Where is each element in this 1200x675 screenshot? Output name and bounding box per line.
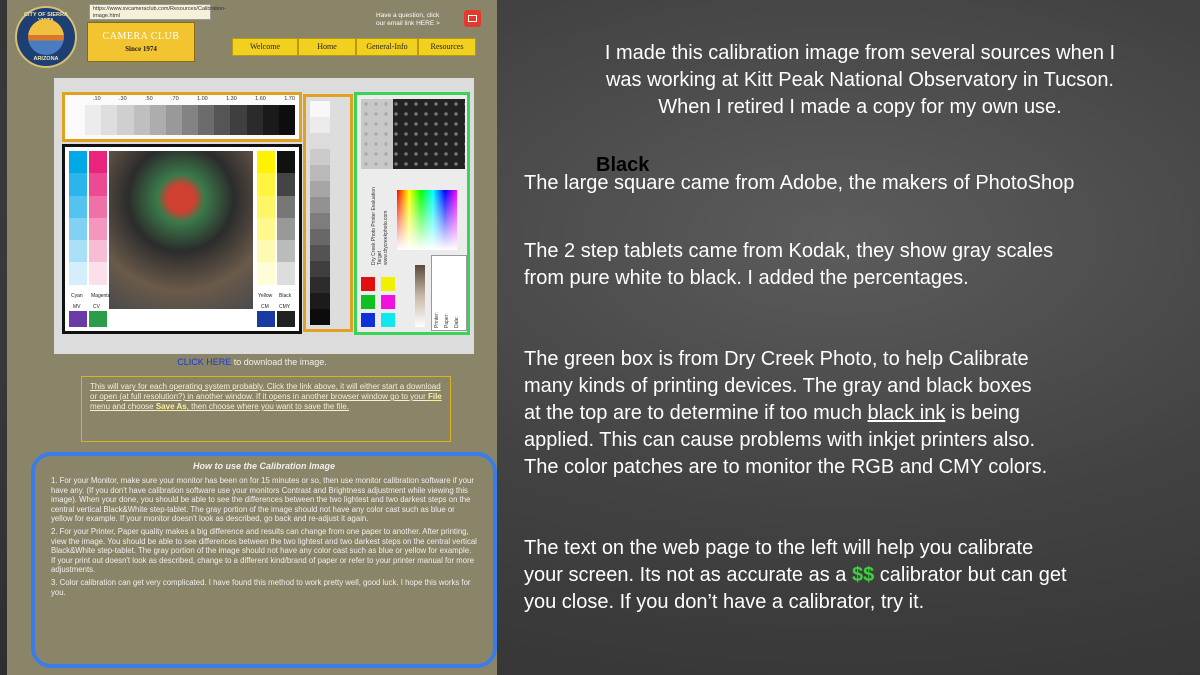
- howto-box: How to use the Calibration Image 1. For …: [31, 452, 497, 668]
- seal-emblem: [28, 19, 64, 55]
- print-info-paper: Paper:: [444, 313, 450, 328]
- email-icon[interactable]: [464, 10, 481, 27]
- nav-welcome[interactable]: Welcome: [232, 38, 298, 56]
- nav-home[interactable]: Home: [298, 38, 356, 56]
- green-line-5: The color patches are to monitor the RGB…: [524, 456, 1048, 478]
- contact-text: Have a question, click our email link HE…: [376, 12, 462, 28]
- green-line-4: applied. This can cause problems with in…: [524, 429, 1035, 451]
- download-link[interactable]: CLICK HERE: [177, 357, 231, 367]
- intro-text: I made this calibration image from sever…: [540, 40, 1180, 121]
- skin-tone-strip: [415, 265, 425, 327]
- label-cv: CV: [93, 304, 100, 310]
- note-text-2: menu and choose: [90, 402, 156, 411]
- horizontal-step-tablet: .10 .30 .50 .70 1.00 1.30 1.60 1.70: [62, 92, 302, 142]
- club-since: Since 1974: [125, 45, 157, 53]
- contact-line1: Have a question, click: [376, 12, 440, 19]
- webtext-block: The text on the web page to the left wil…: [524, 535, 1067, 616]
- cyan-scale: [69, 151, 87, 307]
- intro-line-2: was working at Kitt Peak National Observ…: [605, 69, 1114, 91]
- adobe-test-square: Cyan Magenta Yellow Black MV CV CM CMY: [62, 144, 302, 334]
- note-file: File: [427, 392, 442, 401]
- label-mv: MV: [73, 304, 81, 310]
- label-yellow: Yellow: [258, 293, 273, 299]
- print-info-box: Printer: Paper: Date:: [431, 255, 467, 331]
- label-cmy: CMY: [279, 304, 291, 310]
- swatch-cyan: [381, 313, 395, 327]
- gray-ink-box: [361, 99, 393, 169]
- download-line: CLICK HERE to download the image.: [7, 357, 497, 367]
- portrait-photo: [109, 151, 253, 309]
- kodak-line-2: from pure white to black. I added the pe…: [524, 267, 969, 289]
- dry-creek-title: Dry Creek Photo Printer Evaluation Targe…: [371, 187, 383, 265]
- download-text: to download the image.: [231, 357, 327, 367]
- swatch-red: [361, 277, 375, 291]
- swatch-yellow: [381, 277, 395, 291]
- gray-steps: [69, 105, 295, 135]
- green-box-text: The green box is from Dry Creek Photo, t…: [524, 346, 1047, 481]
- note-save-as: Save As: [155, 402, 187, 411]
- swatch-green: [361, 295, 375, 309]
- note-text-3: , then choose where you want to save the…: [186, 402, 349, 411]
- download-note-box: This will vary for each operating system…: [81, 376, 451, 442]
- swatch-magenta: [381, 295, 395, 309]
- label-cyan: Cyan: [71, 293, 83, 299]
- black-ink-link[interactable]: black ink: [868, 402, 946, 424]
- club-logo[interactable]: CAMERA CLUB Since 1974: [87, 22, 195, 62]
- step-density-labels: .10 .30 .50 .70 1.00 1.30 1.60 1.70: [93, 96, 295, 102]
- vertical-gray-steps: [310, 101, 330, 325]
- magenta-scale: [89, 151, 107, 307]
- patch-cv: [89, 311, 107, 327]
- green-line-2: many kinds of printing devices. The gray…: [524, 375, 1032, 397]
- webpage-screenshot: CITY OF SIERRA VISTA ARIZONA https://www…: [7, 0, 497, 675]
- adobe-text: The large square came from Adobe, the ma…: [524, 172, 1075, 194]
- label-magenta: Magenta: [91, 293, 111, 299]
- kodak-text: The 2 step tablets came from Kodak, they…: [524, 238, 1053, 292]
- money-symbol: $$: [851, 564, 875, 586]
- contact-line2[interactable]: our email link HERE >: [376, 20, 462, 28]
- label-black: Black: [279, 293, 292, 299]
- city-seal-logo[interactable]: CITY OF SIERRA VISTA ARIZONA: [15, 6, 77, 68]
- patch-cm: [257, 311, 275, 327]
- swatch-blue: [361, 313, 375, 327]
- patch-mv: [69, 311, 87, 327]
- webtext-line-2: your screen. Its not as accurate as a $$…: [524, 564, 1067, 586]
- kodak-line-1: The 2 step tablets came from Kodak, they…: [524, 240, 1054, 262]
- howto-color: 3. Color calibration can get very compli…: [51, 578, 471, 597]
- note-text-1: This will vary for each operating system…: [90, 382, 441, 401]
- label-cm: CM: [261, 304, 269, 310]
- color-spectrum: [397, 190, 457, 250]
- webtext-line-1: The text on the web page to the left wil…: [524, 537, 1034, 559]
- green-line-3: at the top are to determine if too much …: [524, 402, 1020, 424]
- webtext-line-3: you close. If you don’t have a calibrato…: [524, 591, 925, 613]
- intro-line-3: When I retired I made a copy for my own …: [658, 96, 1062, 118]
- main-nav: Welcome Home General-Info Resources: [232, 38, 476, 56]
- howto-printer: 2. For your Printer, Paper quality makes…: [51, 527, 477, 575]
- print-info-printer: Printer:: [434, 311, 440, 328]
- howto-title: How to use the Calibration Image: [192, 461, 336, 471]
- dry-creek-url: www.drycreekphoto.com: [383, 210, 389, 265]
- patch-cmy: [277, 311, 295, 327]
- club-name: CAMERA CLUB: [102, 31, 180, 42]
- nav-resources[interactable]: Resources: [418, 38, 476, 56]
- dry-creek-target: Dry Creek Photo Printer Evaluation Targe…: [354, 92, 470, 335]
- print-info-date: Date:: [454, 316, 460, 328]
- vertical-step-tablet: [303, 94, 353, 332]
- nav-general-info[interactable]: General-Info: [356, 38, 418, 56]
- green-line-1: The green box is from Dry Creek Photo, t…: [524, 348, 1029, 370]
- url-tooltip: https://www.svcameraclub.com/Resources/C…: [89, 4, 226, 20]
- black-scale: [277, 151, 295, 307]
- howto-monitor: 1. For your Monitor, make sure your moni…: [51, 476, 474, 524]
- seal-text-bottom: ARIZONA: [33, 56, 59, 62]
- intro-line-1: I made this calibration image from sever…: [604, 42, 1116, 64]
- yellow-scale: [257, 151, 275, 307]
